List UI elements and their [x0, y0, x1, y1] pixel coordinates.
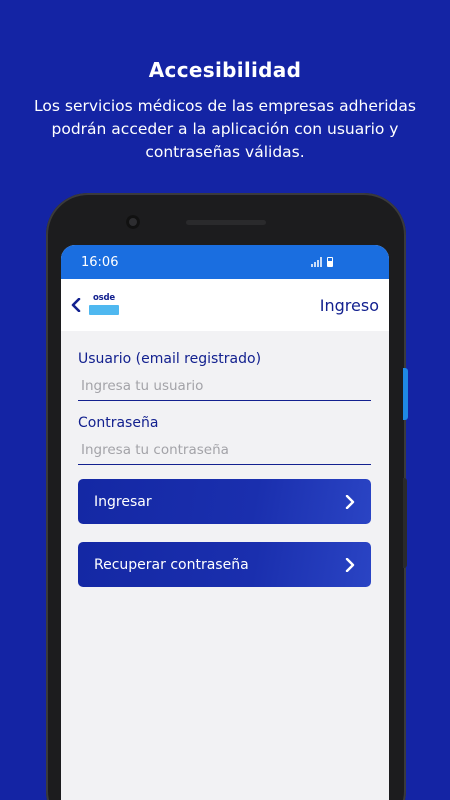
login-form: Usuario (email registrado) Contraseña In… — [61, 331, 389, 587]
battery-icon — [327, 257, 333, 267]
username-field: Usuario (email registrado) — [78, 351, 371, 401]
recover-password-button[interactable]: Recuperar contraseña — [78, 542, 371, 587]
login-button[interactable]: Ingresar — [78, 479, 371, 524]
logo-band — [89, 305, 119, 315]
promo-title: Accesibilidad — [148, 58, 302, 82]
recover-button-label: Recuperar contraseña — [94, 556, 249, 573]
phone-screen: 16:06 osde Ingreso Usuario (email regist… — [61, 245, 389, 800]
promo-description: Los servicios médicos de las empresas ad… — [34, 97, 416, 161]
speaker — [186, 220, 266, 225]
chevron-left-icon — [71, 298, 81, 312]
page-title: Ingreso — [319, 295, 379, 315]
login-button-label: Ingresar — [94, 493, 152, 510]
status-time: 16:06 — [81, 254, 119, 270]
phone-side-button-blue — [403, 368, 408, 420]
chevron-right-icon — [345, 494, 355, 509]
password-label: Contraseña — [78, 415, 159, 431]
signal-icon — [311, 257, 322, 267]
status-icons — [311, 257, 333, 267]
logo-text: osde — [93, 293, 115, 303]
username-label: Usuario (email registrado) — [78, 351, 262, 367]
camera — [126, 215, 140, 229]
password-input[interactable] — [78, 439, 371, 465]
chevron-right-icon — [345, 557, 355, 572]
back-button[interactable] — [69, 295, 83, 315]
password-field: Contraseña — [78, 415, 371, 465]
status-bar: 16:06 — [61, 245, 389, 279]
osde-logo: osde — [89, 292, 119, 318]
phone-side-button — [403, 478, 407, 568]
app-header: osde Ingreso — [61, 279, 389, 331]
username-input[interactable] — [78, 375, 371, 401]
